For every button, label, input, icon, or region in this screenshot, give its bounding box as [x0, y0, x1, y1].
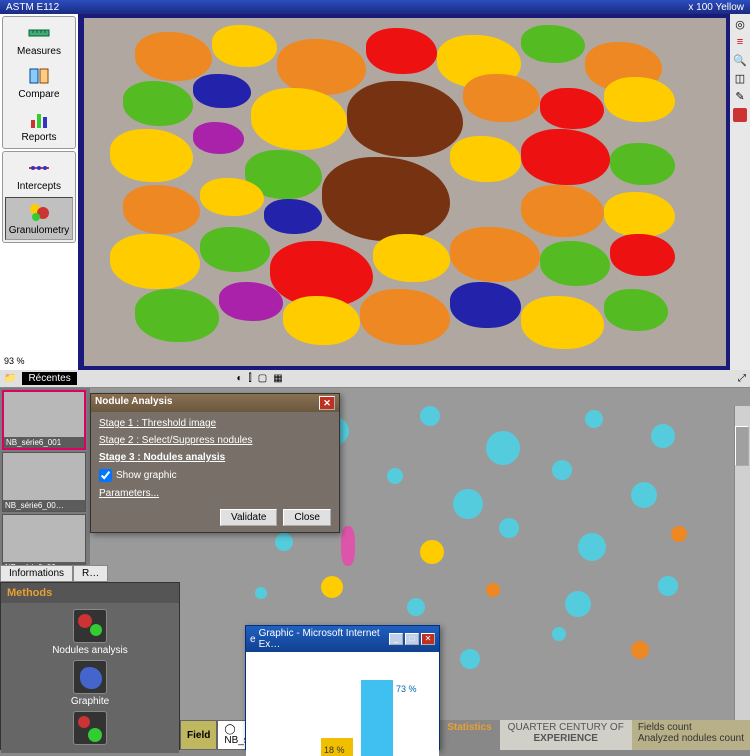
intercepts-button[interactable]: Intercepts	[5, 154, 73, 195]
parameters-link[interactable]: Parameters...	[99, 488, 331, 499]
left-toolbar: Measures Compare Reports Intercepts	[0, 14, 80, 370]
chart-icon	[27, 108, 51, 130]
stage1-link[interactable]: Stage 1 : Threshold image	[99, 418, 331, 429]
bot-toolbar: 📁 Récentes ◐ ⫿ ▢ ▦ ⤢	[0, 370, 750, 388]
contrast-icon[interactable]: ◐	[236, 373, 242, 384]
stage3-label: Stage 3 : Nodules analysis	[99, 452, 331, 463]
target-icon[interactable]: ◎	[733, 18, 747, 32]
reports-button[interactable]: Reports	[5, 105, 73, 146]
graphite-icon	[73, 660, 107, 694]
title-right: x 100 Yellow	[688, 2, 744, 13]
bar-2-label: 73 %	[396, 684, 417, 694]
graphic-titlebar[interactable]: eGraphic - Microsoft Internet Ex… _ □ ✕	[246, 626, 439, 652]
tab-informations[interactable]: Informations	[0, 565, 73, 582]
experience-badge: QUARTER CENTURY OFEXPERIENCE	[500, 720, 632, 750]
right-toolbar: ◎ ≡ 🔍 ◫ ✎	[730, 14, 750, 370]
chart-area: 18 % 73 %	[246, 652, 439, 756]
fields-count-box: Fields countAnalyzed nodules count	[632, 720, 750, 750]
measures-button[interactable]: Measures	[5, 19, 73, 60]
dialog-title: Nodule Analysis	[95, 396, 172, 410]
ie-icon: e	[250, 634, 256, 645]
field-header: Field	[180, 720, 217, 750]
statistics-label: Statistics	[439, 720, 499, 750]
nodule-analysis-app: 📁 Récentes ◐ ⫿ ▢ ▦ ⤢ NB_série6_001 NB_sé…	[0, 370, 750, 750]
tool-icon-1[interactable]: ▢	[258, 373, 267, 384]
graphic-title: Graphic - Microsoft Internet Ex…	[259, 628, 389, 650]
thumbnail[interactable]: NB_série6_001	[2, 390, 86, 450]
stage2-link[interactable]: Stage 2 : Select/Suppress nodules	[99, 435, 331, 446]
compare-icon	[27, 65, 51, 87]
histogram-icon[interactable]: ⫿	[249, 373, 252, 384]
close-icon[interactable]: ✕	[319, 396, 335, 410]
tab-recentes[interactable]: Récentes	[22, 372, 76, 385]
granulometry-button[interactable]: Granulometry	[5, 197, 73, 240]
methods-panel: Methods Nodules analysis Graphite	[0, 582, 180, 750]
tab-r[interactable]: R…	[73, 565, 108, 582]
titlebar: ASTM E112 x 100 Yellow	[0, 0, 750, 14]
bar-1-label: 18 %	[324, 745, 345, 755]
show-graphic-checkbox[interactable]	[99, 469, 112, 482]
crop-icon[interactable]: ◫	[733, 72, 747, 86]
zoom-status: 93 %	[2, 354, 76, 368]
method-icon-3	[73, 711, 107, 745]
show-graphic-label: Show graphic	[116, 470, 177, 481]
bar-2	[361, 680, 393, 756]
info-tabs: Informations R…	[0, 565, 108, 582]
method-item-3[interactable]	[73, 711, 107, 747]
dialog-titlebar[interactable]: Nodule Analysis ✕	[91, 394, 339, 412]
grain-image	[84, 18, 726, 366]
color-icon[interactable]	[733, 108, 747, 122]
method-graphite[interactable]: Graphite	[71, 660, 109, 707]
folder-icon[interactable]: 📁	[4, 373, 16, 384]
validate-button[interactable]: Validate	[220, 509, 277, 526]
close-icon[interactable]: ✕	[421, 633, 435, 645]
close-button[interactable]: Close	[283, 509, 331, 526]
scrollbar-thumb[interactable]	[735, 426, 749, 466]
scrollbar[interactable]	[734, 406, 750, 720]
maximize-icon[interactable]: □	[405, 633, 419, 645]
nodule-analysis-dialog: Nodule Analysis ✕ Stage 1 : Threshold im…	[90, 393, 340, 533]
methods-title: Methods	[1, 583, 179, 603]
title-left: ASTM E112	[6, 2, 59, 13]
graphic-window: eGraphic - Microsoft Internet Ex… _ □ ✕ …	[245, 625, 440, 750]
expand-icon[interactable]: ⤢	[738, 373, 746, 384]
ruler-icon	[27, 22, 51, 44]
nodules-icon	[73, 609, 107, 643]
zoom-icon[interactable]: 🔍	[733, 54, 747, 68]
pencil-icon[interactable]: ✎	[733, 90, 747, 104]
menu-icon[interactable]: ≡	[733, 36, 747, 50]
granulometry-icon	[27, 201, 51, 223]
intercepts-icon	[27, 157, 51, 179]
grain-canvas[interactable]	[82, 16, 728, 368]
grain-analysis-app: ASTM E112 x 100 Yellow Measures Compare …	[0, 0, 750, 370]
minimize-icon[interactable]: _	[389, 633, 403, 645]
tool-icon-2[interactable]: ▦	[273, 373, 282, 384]
compare-button[interactable]: Compare	[5, 62, 73, 103]
method-nodules[interactable]: Nodules analysis	[52, 609, 128, 656]
thumbnail[interactable]: NB_série6_00…	[2, 452, 86, 512]
